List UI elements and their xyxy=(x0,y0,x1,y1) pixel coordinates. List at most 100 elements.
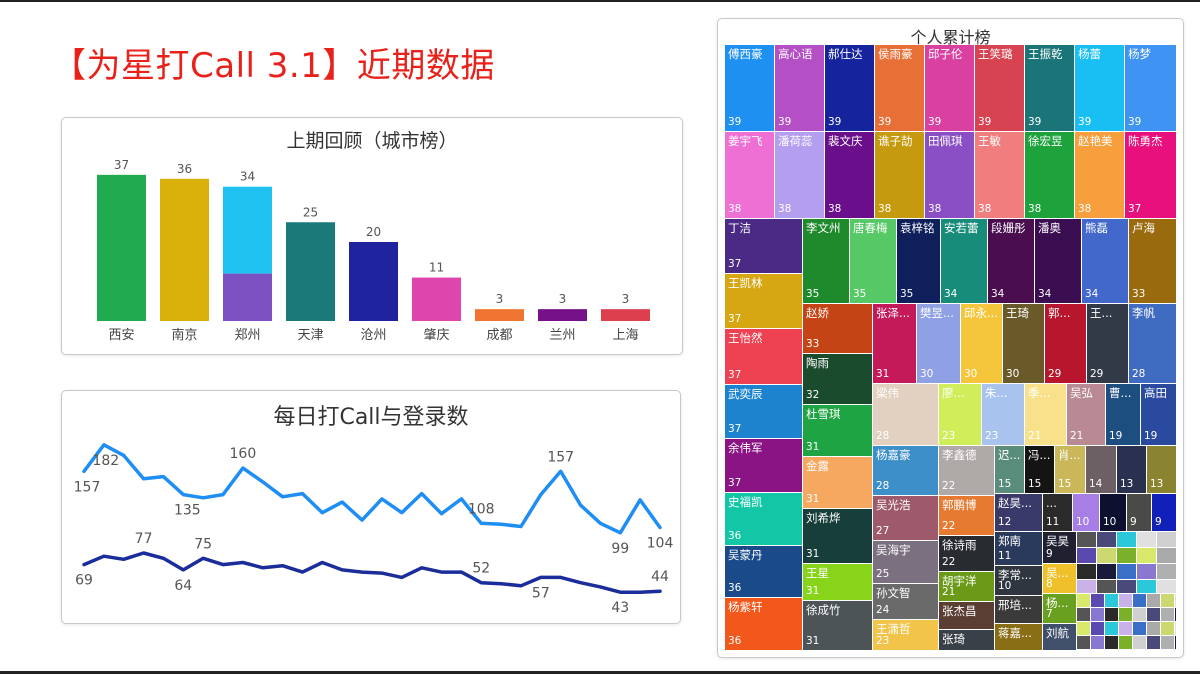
tile-name: 潘奥 xyxy=(1038,221,1061,235)
tile-value: 39 xyxy=(728,116,742,128)
treemap-small-tile xyxy=(1077,594,1091,608)
treemap-tile: 邢培... xyxy=(995,596,1043,624)
point-label: 157 xyxy=(74,479,101,495)
tile-value: 37 xyxy=(728,369,742,381)
treemap-tile: 郝仕达 39 xyxy=(825,45,875,132)
tile-name: 杜雪琪 xyxy=(806,407,841,421)
bar-兰州 xyxy=(538,309,587,321)
treemap-small-tile xyxy=(1137,532,1157,548)
tile-value: 9 xyxy=(1155,516,1162,528)
treemap-tile: 李鑫德 22 xyxy=(939,446,995,496)
tile-name: 姜宇飞 xyxy=(728,134,763,148)
tile-value: 39 xyxy=(1028,116,1042,128)
tile-value: 35 xyxy=(900,288,914,300)
tile-name: 刘航 xyxy=(1046,626,1069,640)
tile-name: 裴文庆 xyxy=(828,134,863,148)
tile-value: 37 xyxy=(728,313,742,325)
tile-name: 吴蒙丹 xyxy=(728,548,763,562)
treemap-tile: 梁伟 28 xyxy=(873,384,939,446)
tile-name: 吴弘 xyxy=(1070,386,1093,400)
tile-name: 梁伟 xyxy=(876,386,899,400)
tile-name: 吴昊 xyxy=(1046,534,1069,548)
treemap-tile: 13 xyxy=(1117,446,1147,494)
tile-name: 王凯林 xyxy=(728,276,763,290)
treemap-tile: 袁梓铭 35 xyxy=(897,219,941,304)
bar-上海 xyxy=(601,309,650,321)
point-label: 64 xyxy=(174,578,192,594)
treemap-small-tile xyxy=(1133,636,1147,650)
tile-name: 安若蕾 xyxy=(944,221,979,235)
treemap-small-tile xyxy=(1175,636,1177,650)
tile-value: 38 xyxy=(728,203,742,215)
tile-value: 22 xyxy=(942,520,956,532)
tile-name: 段姗彤 xyxy=(991,221,1026,235)
tile-name: 李帆 xyxy=(1132,306,1155,320)
treemap-small-tile xyxy=(1175,608,1177,622)
tile-value: 27 xyxy=(876,525,890,537)
treemap-tile: 肖... 15 xyxy=(1055,446,1086,494)
treemap-small-tile xyxy=(1105,622,1119,636)
tile-name: 刘希烨 xyxy=(806,511,841,525)
tile-value: 15 xyxy=(1058,478,1072,490)
tile-value: 28 xyxy=(1132,368,1146,380)
bar-value-label: 34 xyxy=(240,170,255,184)
tile-value: 10 xyxy=(1103,516,1117,528)
treemap-small-tile xyxy=(1161,650,1175,651)
tile-name: 杨嘉豪 xyxy=(876,448,911,462)
tile-name: 徐成竹 xyxy=(806,603,841,617)
category-label: 肇庆 xyxy=(423,328,449,343)
category-label: 天津 xyxy=(297,328,323,343)
treemap-small-tile xyxy=(1117,564,1137,580)
tile-name: 邢培... xyxy=(998,598,1032,612)
treemap-small-tile xyxy=(1077,636,1091,650)
point-label: 77 xyxy=(135,531,153,547)
treemap-small-tile xyxy=(1097,548,1117,564)
treemap-small-tile xyxy=(1091,650,1105,651)
tile-value: 19 xyxy=(1109,430,1123,442)
tile-name: 潘荷蕊 xyxy=(778,134,813,148)
tile-value: 39 xyxy=(828,116,842,128)
tile-value: 30 xyxy=(964,368,978,380)
tile-value: 13 xyxy=(1150,478,1164,490)
treemap-small-tile xyxy=(1157,564,1177,580)
tile-value: 9 xyxy=(1046,548,1053,560)
treemap-small-tile xyxy=(1105,594,1119,608)
treemap-small-tile xyxy=(1097,532,1117,548)
treemap-tile: 9 xyxy=(1152,494,1177,532)
tile-value: 29 xyxy=(1048,368,1062,380)
tile-name: 王怡然 xyxy=(728,331,763,345)
treemap-tile: 段姗彤 34 xyxy=(988,219,1035,304)
tile-value: 34 xyxy=(1085,288,1099,300)
bar-chart-svg: 37 西安 36 南京 34 郑州 25 天津 20 沧州 11 肇庆 3 成都 3 兰州 3 上海 xyxy=(97,158,650,343)
treemap-small-tile xyxy=(1119,636,1133,650)
treemap-tile: 高田 19 xyxy=(1141,384,1177,446)
bar-value-label: 20 xyxy=(366,225,381,239)
treemap-tile: 季... 21 xyxy=(1025,384,1067,446)
treemap-small-tile xyxy=(1077,548,1097,564)
treemap-tile: 刘希烨 31 xyxy=(803,509,873,564)
tile-value: 12 xyxy=(998,516,1012,528)
treemap-tile: 邱永... 30 xyxy=(961,304,1003,384)
treemap-small-tile xyxy=(1175,650,1177,651)
tile-name: 王敏 xyxy=(978,134,1001,148)
tile-name: 张杰昌 xyxy=(942,604,977,618)
tile-value: 37 xyxy=(728,258,742,270)
point-label: 157 xyxy=(547,449,574,465)
treemap-small-tile xyxy=(1161,622,1175,636)
tile-value: 37 xyxy=(728,423,742,435)
tile-name: 廖... xyxy=(942,386,965,400)
tile-name: 邱子伦 xyxy=(928,47,963,61)
treemap-tile: 杨... 7 xyxy=(1043,594,1077,624)
tile-name: 熊磊 xyxy=(1085,221,1108,235)
tile-value: 31 xyxy=(876,368,890,380)
tile-value: 23 xyxy=(876,635,890,647)
bar-郑州-lower xyxy=(223,273,272,321)
category-label: 沧州 xyxy=(360,327,386,343)
tile-value: 36 xyxy=(728,582,742,594)
tile-value: 38 xyxy=(1078,203,1092,215)
point-label: 52 xyxy=(472,561,490,577)
tile-value: 35 xyxy=(853,288,867,300)
treemap-tile: 胡宇洋 21 xyxy=(939,572,995,602)
treemap-small-tile xyxy=(1147,636,1161,650)
treemap-small-tile xyxy=(1119,608,1133,622)
